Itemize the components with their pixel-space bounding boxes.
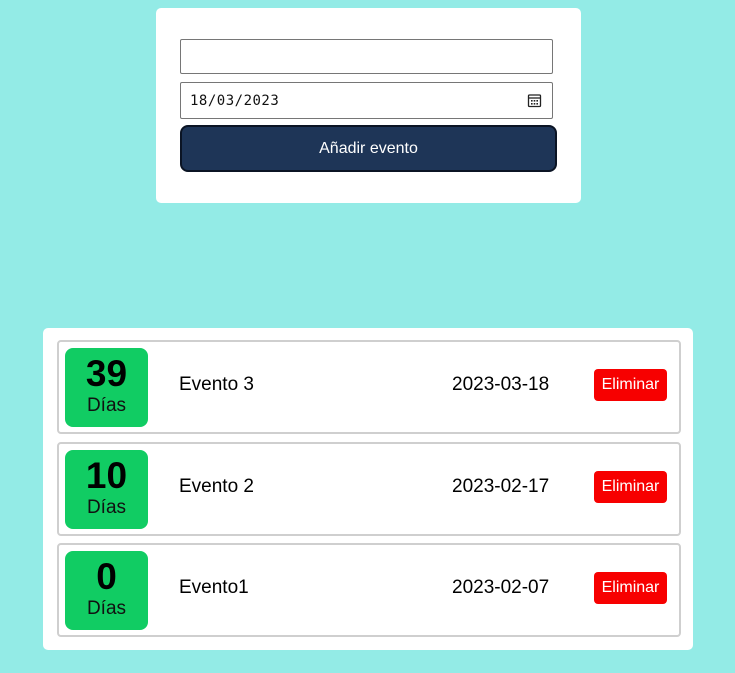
event-date-input[interactable]: 18/03/2023 <box>180 82 553 119</box>
event-name: Evento 3 <box>179 374 254 395</box>
days-label: Días <box>86 497 127 518</box>
calendar-icon[interactable] <box>527 93 542 108</box>
days-label: Días <box>86 598 127 619</box>
delete-button[interactable]: Eliminar <box>594 572 667 604</box>
days-number: 39 <box>85 353 128 394</box>
add-event-button[interactable]: Añadir evento <box>180 125 557 172</box>
days-remaining-badge: 0 Días <box>65 551 148 630</box>
days-remaining-badge: 39 Días <box>65 348 148 427</box>
date-value: 18/03/2023 <box>190 92 280 109</box>
event-row: 39 Días Evento 3 2023-03-18 Eliminar <box>57 340 681 434</box>
event-list: 39 Días Evento 3 2023-03-18 Eliminar 10 … <box>43 328 693 650</box>
days-number: 10 <box>85 455 128 496</box>
days-label: Días <box>86 395 127 416</box>
event-name: Evento 2 <box>179 476 254 497</box>
event-form-card: 18/03/2023 Añadir evento <box>156 8 581 203</box>
event-date: 2023-02-17 <box>452 476 550 497</box>
event-date: 2023-02-07 <box>452 577 550 598</box>
days-number: 0 <box>96 556 117 597</box>
delete-button[interactable]: Eliminar <box>594 471 667 503</box>
days-remaining-badge: 10 Días <box>65 450 148 529</box>
delete-button[interactable]: Eliminar <box>594 369 667 401</box>
event-name-input[interactable] <box>180 39 553 74</box>
event-name: Evento1 <box>179 577 249 598</box>
event-row: 10 Días Evento 2 2023-02-17 Eliminar <box>57 442 681 536</box>
event-row: 0 Días Evento1 2023-02-07 Eliminar <box>57 543 681 637</box>
event-date: 2023-03-18 <box>452 374 550 395</box>
